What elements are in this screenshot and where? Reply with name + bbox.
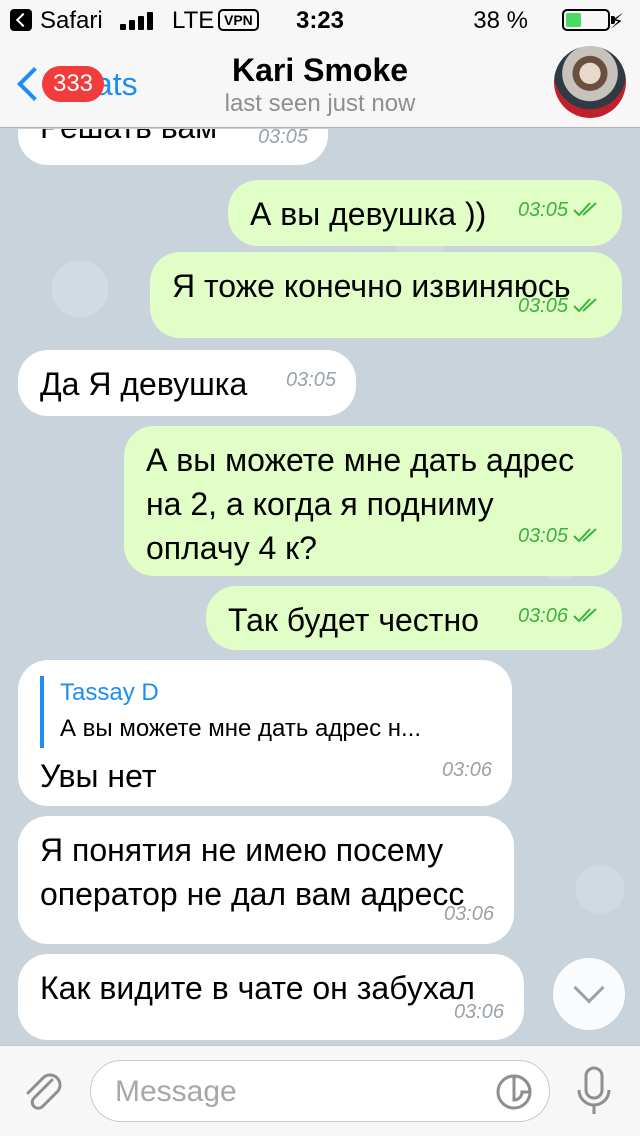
microphone-icon[interactable]	[574, 1064, 614, 1120]
message-field[interactable]	[90, 1060, 550, 1122]
message-time: 03:05	[285, 369, 336, 391]
reply-preview[interactable]: Tassay D А вы можете мне дать адрес н...	[40, 676, 490, 748]
message-bubble[interactable]: Tassay D А вы можете мне дать адрес н...…	[18, 660, 512, 806]
reply-author: Tassay D	[60, 679, 159, 706]
message-text: Увы нет	[40, 758, 157, 794]
battery-percent: 38 %	[473, 7, 528, 34]
paperclip-icon[interactable]	[18, 1066, 68, 1116]
message-bubble[interactable]: Как видите в чате он забухал 03:06	[18, 954, 524, 1040]
message-time: 03:05	[518, 188, 602, 232]
message-time: 03:06	[443, 903, 494, 925]
message-bubble[interactable]: Да Я девушка 03:05	[18, 350, 356, 416]
battery-fill	[566, 13, 582, 27]
message-time: 03:05	[257, 129, 308, 148]
battery-icon	[562, 9, 615, 31]
contact-name[interactable]: Kari Smoke	[0, 52, 640, 89]
sticker-icon[interactable]	[495, 1073, 533, 1111]
read-checks-icon	[572, 526, 602, 544]
message-time: 03:05	[518, 284, 602, 328]
chevron-down-icon	[573, 972, 605, 1004]
message-bubble[interactable]: А вы можете мне дать адрес на 2, а когда…	[124, 426, 622, 576]
message-time: 03:06	[518, 594, 602, 638]
read-checks-icon	[572, 296, 602, 314]
chat-header: Chats 333 Kari Smoke last seen just now	[0, 40, 640, 128]
message-bubble[interactable]: Я тоже конечно извиняюсь 03:05	[150, 252, 622, 338]
avatar[interactable]	[554, 46, 626, 118]
message-bubble[interactable]: Решать вам 03:05	[18, 129, 328, 165]
message-text: Я понятия не имею посему оператор не дал…	[40, 832, 465, 912]
message-bubble[interactable]: Я понятия не имею посему оператор не дал…	[18, 816, 514, 944]
message-input[interactable]	[115, 1071, 475, 1113]
status-time: 3:23	[295, 7, 345, 34]
read-checks-icon	[572, 606, 602, 624]
scroll-to-bottom-button[interactable]	[552, 957, 626, 1031]
message-time: 03:05	[518, 514, 602, 558]
message-time: 03:06	[441, 759, 492, 781]
message-time: 03:06	[453, 1001, 504, 1023]
message-bubble[interactable]: А вы девушка )) 03:05	[228, 180, 622, 246]
message-list[interactable]: Решать вам 03:05 А вы девушка )) 03:05 Я…	[0, 129, 640, 1045]
message-bubble[interactable]: Так будет честно 03:06	[206, 586, 622, 650]
reply-snippet: А вы можете мне дать адрес н...	[60, 715, 421, 742]
composer	[0, 1045, 640, 1136]
read-checks-icon	[572, 200, 602, 218]
charging-icon: ⚡	[609, 11, 624, 33]
message-text: Как видите в чате он забухал	[40, 970, 475, 1006]
contact-status: last seen just now	[224, 90, 416, 117]
status-bar: Safari LTE VPN 3:23 38 % ⚡	[0, 0, 640, 40]
